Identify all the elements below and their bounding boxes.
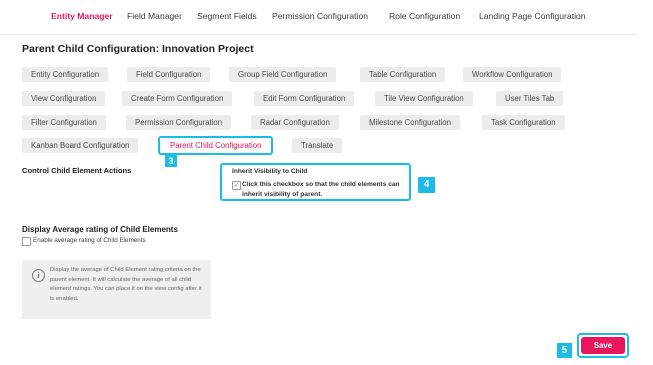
inherit-visibility-title: Inherit Visibility to Child	[232, 168, 308, 175]
chip-milestone-configuration[interactable]: Milestone Configuration	[360, 115, 460, 130]
step-marker-4: 4	[418, 177, 435, 193]
chip-field-configuration[interactable]: Field Configuration	[127, 67, 211, 82]
chip-task-configuration[interactable]: Task Configuration	[482, 115, 565, 130]
tab-permission-configuration[interactable]: Permission Configuration	[272, 11, 368, 21]
tab-segment-fields[interactable]: Segment Fields	[197, 11, 257, 21]
save-button-highlight: Save	[577, 333, 629, 358]
chip-radar-configuration[interactable]: Radar Configuration	[251, 115, 339, 130]
info-icon: i	[32, 269, 45, 282]
step-marker-3: 3	[165, 155, 177, 167]
inherit-visibility-checkbox[interactable]: ✓	[232, 181, 241, 190]
chip-table-configuration[interactable]: Table Configuration	[360, 67, 446, 82]
chip-kanban-board-configuration[interactable]: Kanban Board Configuration	[22, 138, 139, 153]
tab-entity-manager[interactable]: Entity Manager	[51, 11, 113, 21]
tab-role-configuration[interactable]: Role Configuration	[389, 11, 460, 21]
chip-tile-view-configuration[interactable]: Tile View Configuration	[375, 91, 473, 106]
enable-average-rating-label: Enable average rating of Child Elements	[33, 237, 146, 244]
chip-permission-configuration[interactable]: Permission Configuration	[126, 115, 232, 130]
chip-filter-configuration[interactable]: Filter Configuration	[22, 115, 106, 130]
chip-user-tiles-tab[interactable]: User Tiles Tab	[496, 91, 564, 106]
tab-field-manager[interactable]: Field Manager	[127, 11, 182, 21]
chip-parent-child-configuration[interactable]: Parent Child Configuration	[158, 136, 274, 155]
step-marker-5: 5	[557, 343, 572, 358]
average-rating-info-box: i Display the average of Child Element r…	[22, 260, 211, 319]
tab-landing-page-configuration[interactable]: Landing Page Configuration	[479, 11, 586, 21]
chip-create-form-configuration[interactable]: Create Form Configuration	[122, 91, 233, 106]
chip-group-field-configuration[interactable]: Group Field Configuration	[229, 67, 337, 82]
chip-edit-form-configuration[interactable]: Edit Form Configuration	[254, 91, 355, 106]
chip-entity-configuration[interactable]: Entity Configuration	[22, 67, 109, 82]
chip-workflow-configuration[interactable]: Workflow Configuration	[463, 67, 562, 82]
page-title: Parent Child Configuration: Innovation P…	[22, 43, 254, 55]
top-nav: Entity Manager Field Manager Segment Fie…	[0, 0, 637, 35]
inherit-visibility-panel: Inherit Visibility to Child ✓ Click this…	[220, 163, 411, 201]
control-child-actions-label: Control Child Element Actions	[22, 166, 132, 175]
enable-average-rating-checkbox[interactable]	[22, 237, 31, 246]
average-rating-title: Display Average rating of Child Elements	[22, 225, 178, 234]
chip-translate[interactable]: Translate	[292, 138, 343, 153]
chip-view-configuration[interactable]: View Configuration	[22, 91, 106, 106]
average-rating-info-text: Display the average of Child Element rat…	[50, 267, 202, 302]
inherit-visibility-description: Click this checkbox so that the child el…	[242, 181, 400, 198]
save-button[interactable]: Save	[581, 337, 625, 354]
